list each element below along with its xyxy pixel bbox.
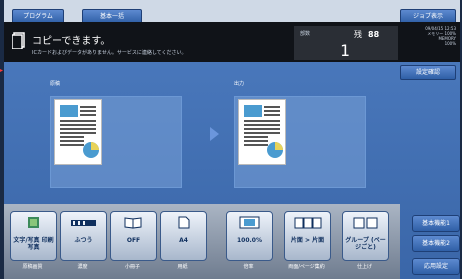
function-caption: 両面/ページ集約: [288, 264, 325, 270]
paper-button[interactable]: A4: [160, 211, 207, 261]
setting-confirm-button[interactable]: 設定確認: [400, 65, 456, 80]
original-label: 原稿: [50, 81, 61, 87]
counter-label: 部数: [300, 31, 311, 37]
copy-ready-icon: [12, 32, 25, 49]
function-caption: 小冊子: [124, 264, 140, 270]
info-line: 100%: [444, 41, 456, 46]
remaining-count: 88: [368, 30, 380, 39]
copy-counter: 部数 1 残 88: [294, 26, 398, 60]
function-value: 100.0%: [237, 237, 262, 244]
device-info: 09/04/15 12:53 メモリー 100% MEMORY 100%: [400, 26, 456, 60]
finishing-icon: [353, 217, 378, 229]
function-value: OFF: [126, 237, 141, 244]
copy-count: 1: [340, 41, 350, 60]
basic-function-1-button[interactable]: 基本機能1: [412, 215, 460, 232]
paper-icon: [178, 216, 190, 229]
output-document-preview: [238, 99, 286, 165]
function-caption: 倍率: [243, 264, 254, 270]
density-button[interactable]: ふつう: [60, 211, 107, 261]
top-strip: [4, 0, 460, 22]
density-icon: [71, 220, 96, 226]
function-caption: 仕上げ: [356, 264, 372, 270]
status-title: コピーできます。: [32, 36, 111, 47]
finishing-button[interactable]: グループ (ページごと): [342, 211, 389, 261]
zoom-button[interactable]: 100.0%: [226, 211, 273, 261]
function-value: A4: [179, 237, 188, 244]
preview-arrow-icon: [210, 127, 219, 141]
booklet-icon: [124, 217, 142, 229]
function-caption: 濃度: [77, 264, 88, 270]
basic-function-2-button[interactable]: 基本機能2: [412, 235, 460, 252]
output-label: 出力: [234, 81, 245, 87]
function-caption: 用紙: [177, 264, 188, 270]
color-mode-icon: [28, 217, 39, 228]
original-document-preview: [54, 99, 102, 165]
image-quality-button[interactable]: 文字/写真 印刷写真: [10, 211, 57, 261]
zoom-icon: [239, 216, 260, 229]
function-value: ふつう: [74, 237, 93, 244]
function-value: 文字/写真 印刷写真: [13, 237, 54, 251]
remaining-label: 残: [354, 30, 362, 39]
advanced-settings-button[interactable]: 応用設定: [412, 258, 460, 275]
status-message: ICカードおよびデータがありません。サービスに連絡してください。: [32, 50, 187, 56]
function-value: 片面 > 片面: [290, 237, 325, 244]
booklet-button[interactable]: OFF: [110, 211, 157, 261]
copier-screen: プログラム 基本一括 ジョブ表示 コピーできます。 ICカードおよびデータがあり…: [4, 0, 460, 279]
duplex-combine-button[interactable]: 片面 > 片面: [284, 211, 331, 261]
document-thumbnail-icon: [244, 105, 283, 158]
duplex-icon: [294, 217, 322, 229]
document-thumbnail-icon: [60, 105, 99, 158]
function-value: グループ (ページごと): [345, 237, 386, 251]
function-caption: 原稿画質: [22, 264, 43, 270]
